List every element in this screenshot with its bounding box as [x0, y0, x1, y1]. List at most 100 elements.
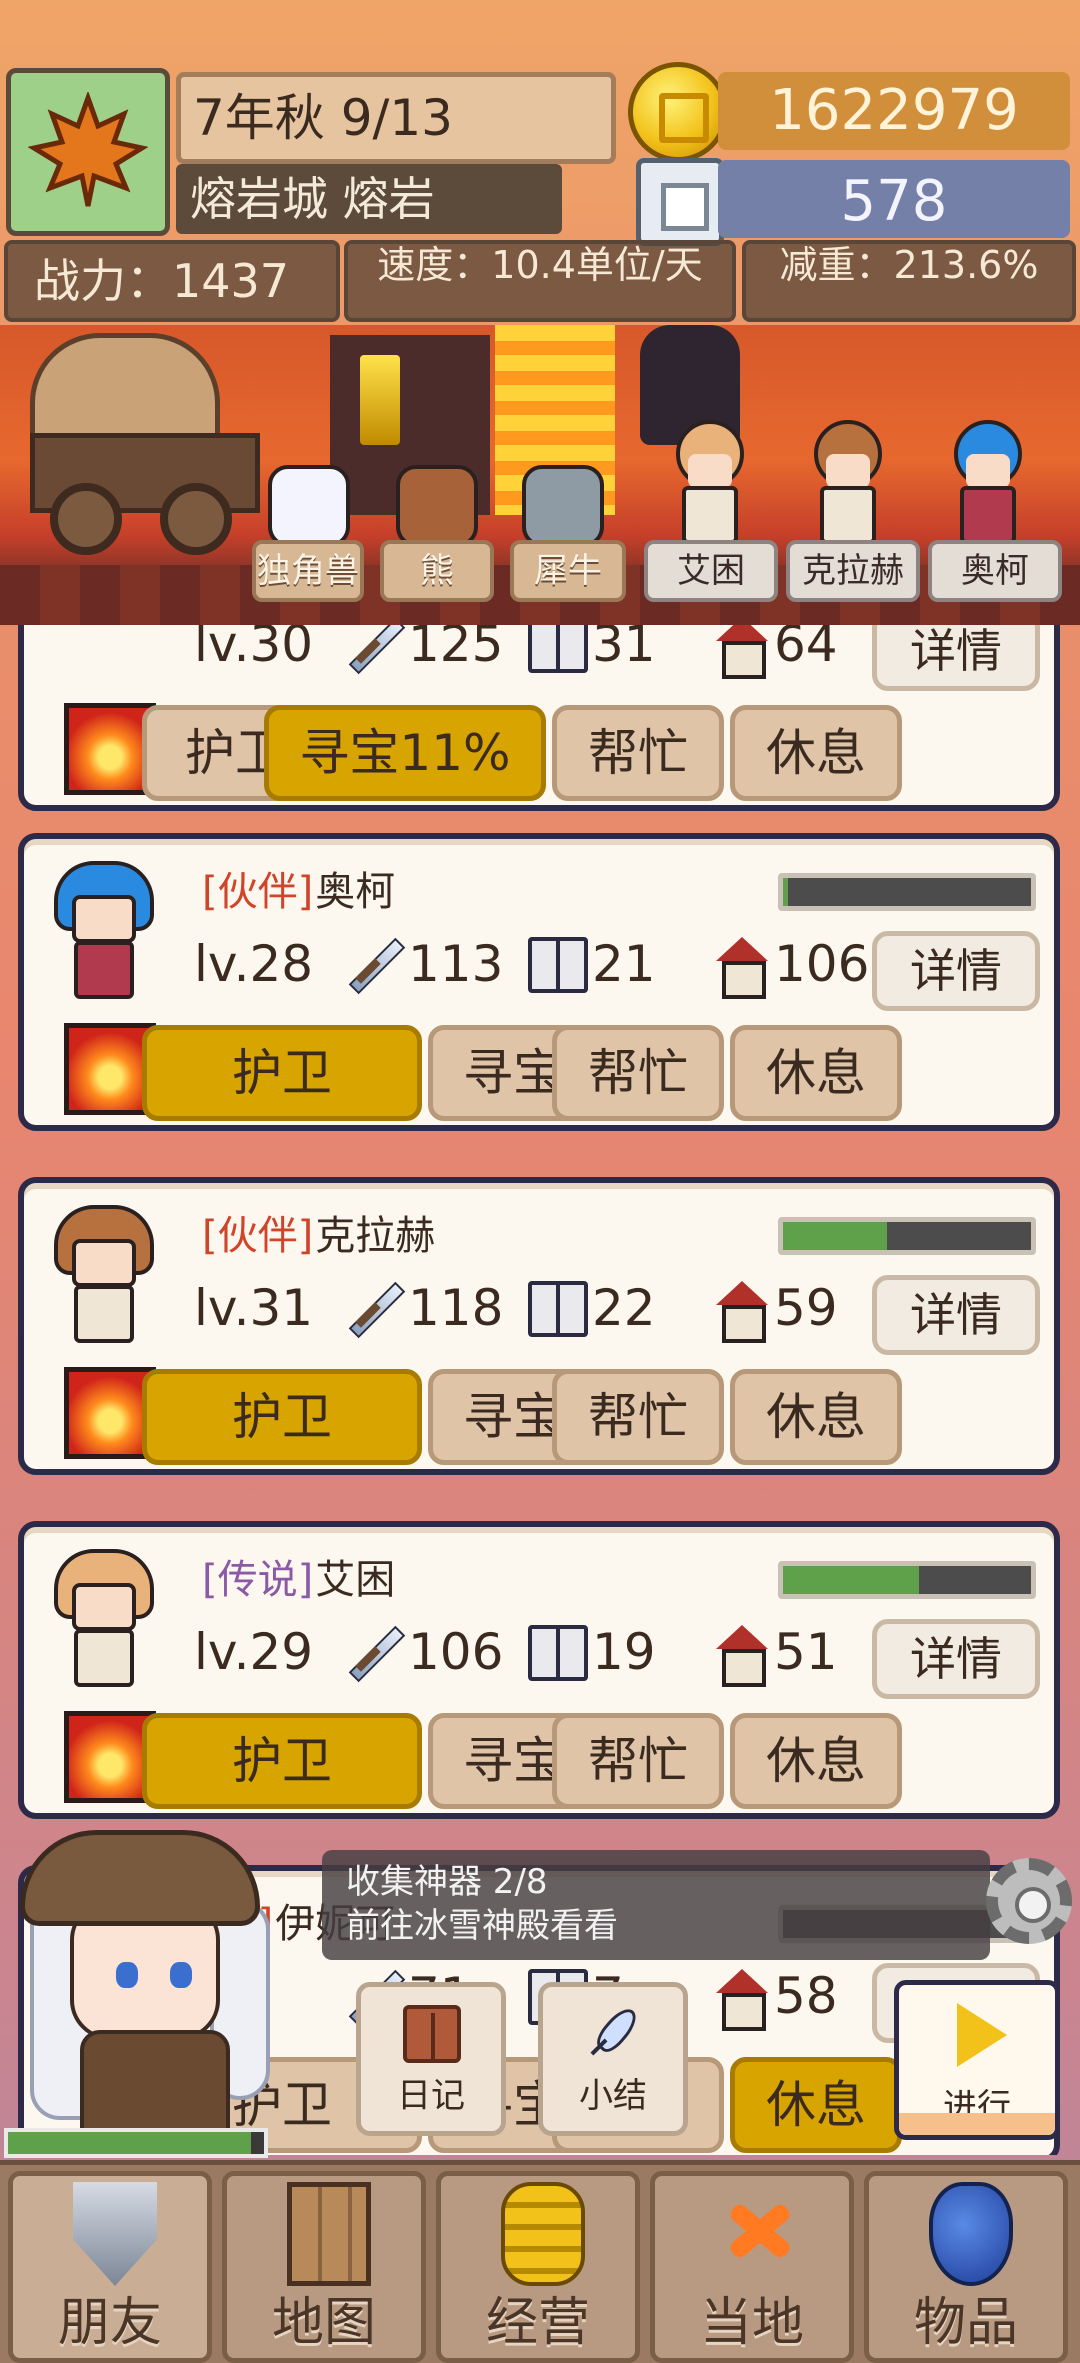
- member-name: 艾困: [315, 1557, 396, 1603]
- member-attack: 125: [408, 625, 504, 673]
- member-attack: 118: [408, 1279, 504, 1337]
- detail-button[interactable]: 详情: [872, 1275, 1040, 1355]
- assistant-portrait[interactable]: [20, 1830, 270, 2140]
- golden-statue-icon: [360, 355, 400, 445]
- diary-icon: [403, 2005, 461, 2063]
- quest-banner[interactable]: 收集神器 2/8 前往冰雪神殿看看: [322, 1850, 990, 1960]
- party-tags: 独角兽 熊 犀牛 艾困 克拉赫 奥柯: [0, 540, 1080, 606]
- item-bag-icon: [929, 2182, 1013, 2286]
- help-button[interactable]: 帮忙: [552, 1369, 724, 1465]
- member-tag-kelahe[interactable]: 克拉赫: [786, 540, 920, 602]
- rest-button[interactable]: 休息: [730, 2057, 902, 2153]
- member-tag-aoke[interactable]: 奥柯: [928, 540, 1062, 602]
- gem-amount: 578: [718, 160, 1070, 238]
- bear-sprite: [396, 465, 478, 547]
- assistant-exp-fill: [8, 2132, 252, 2154]
- house-icon: [710, 1281, 770, 1343]
- member-card: [伙伴]奥柯 lv.28 113 21 106 详情 护卫 寻宝 帮忙 休息: [18, 833, 1060, 1131]
- house-icon: [710, 1625, 770, 1687]
- assistant-exp-bar: [4, 2128, 268, 2158]
- quill-icon: [585, 2005, 643, 2063]
- season-icon[interactable]: [6, 68, 170, 236]
- bottom-nav: 朋友 地图 经营 当地 物品: [0, 2160, 1080, 2363]
- proceed-button[interactable]: 进行: [894, 1980, 1060, 2140]
- treasure-hunt-button[interactable]: 寻宝11%: [264, 705, 546, 801]
- nav-label: 地图: [271, 2293, 376, 2353]
- member-defense: 51: [774, 1623, 838, 1681]
- member-name: 克拉赫: [315, 1213, 436, 1259]
- member-category: [伙伴]: [202, 1213, 314, 1259]
- speed-stat: 速度：10.4单位/天: [344, 240, 736, 322]
- rest-button[interactable]: 休息: [730, 1025, 902, 1121]
- house-icon: [710, 1969, 770, 2031]
- aikun-sprite: [668, 420, 752, 548]
- maple-leaf-icon: [28, 92, 148, 207]
- gold-coin-icon: [628, 62, 728, 162]
- member-defense: 106: [774, 935, 870, 993]
- help-button[interactable]: 帮忙: [552, 705, 724, 801]
- gold-amount: 1622979: [718, 72, 1070, 150]
- member-defense: 58: [774, 1967, 838, 2025]
- aikun-avatar: [54, 1549, 154, 1689]
- nav-local[interactable]: 当地: [650, 2171, 854, 2363]
- member-level: lv.30: [194, 625, 314, 673]
- location-display: 熔岩城 熔岩: [176, 164, 562, 234]
- detail-button[interactable]: 详情: [872, 931, 1040, 1011]
- detail-button[interactable]: 详情: [872, 625, 1040, 691]
- member-card: lv.30 125 31 64 详情 护卫 寻宝11% 帮忙 休息: [18, 625, 1060, 811]
- house-icon: [710, 937, 770, 999]
- pet-tag-bear[interactable]: 熊: [380, 540, 494, 602]
- member-hp-fill: [783, 1222, 888, 1250]
- shield-icon: [73, 2182, 157, 2286]
- member-hp-fill: [783, 878, 788, 906]
- member-defense: 59: [774, 1279, 838, 1337]
- nav-label: 经营: [485, 2293, 590, 2353]
- house-icon: [710, 625, 770, 679]
- member-stats: lv.29 106 19 51: [194, 1617, 894, 1687]
- member-hp-bar: [778, 1561, 1036, 1599]
- member-magic: 21: [592, 935, 656, 993]
- guard-button[interactable]: 护卫: [142, 1713, 422, 1809]
- sword-icon: [344, 1281, 404, 1337]
- sword-icon: [344, 625, 404, 673]
- nav-business[interactable]: 经营: [436, 2171, 640, 2363]
- member-name-line: [伙伴]克拉赫: [202, 1211, 435, 1261]
- member-stats: lv.31 118 22 59: [194, 1273, 894, 1343]
- summary-button[interactable]: 小结: [538, 1982, 688, 2136]
- nav-friends[interactable]: 朋友: [8, 2171, 212, 2363]
- gear-icon[interactable]: [986, 1858, 1072, 1944]
- guard-button[interactable]: 护卫: [142, 1369, 422, 1465]
- member-magic: 31: [592, 625, 656, 673]
- member-category: [伙伴]: [202, 869, 314, 915]
- rest-button[interactable]: 休息: [730, 705, 902, 801]
- member-card: [伙伴]克拉赫 lv.31 118 22 59 详情 护卫 寻宝 帮忙 休息: [18, 1177, 1060, 1475]
- nav-label: 物品: [913, 2293, 1018, 2353]
- member-level: lv.31: [194, 1279, 314, 1337]
- diary-label: 日记: [397, 2076, 465, 2116]
- quest-title: 收集神器 2/8: [346, 1862, 548, 1902]
- rest-button[interactable]: 休息: [730, 1369, 902, 1465]
- map-icon: [287, 2182, 371, 2286]
- silver-gem-icon: [636, 158, 724, 246]
- sword-icon: [344, 1625, 404, 1681]
- sword-icon: [344, 937, 404, 993]
- member-name-line: [伙伴]奥柯: [202, 867, 395, 917]
- help-button[interactable]: 帮忙: [552, 1713, 724, 1809]
- quest-hint: 前往冰雪神殿看看: [346, 1906, 618, 1946]
- member-tag-aikun[interactable]: 艾困: [644, 540, 778, 602]
- rhino-sprite: [522, 465, 604, 547]
- nav-items[interactable]: 物品: [864, 2171, 1068, 2363]
- book-icon: [528, 1281, 588, 1337]
- kelahe-sprite: [806, 420, 890, 548]
- pet-tag-rhino[interactable]: 犀牛: [510, 540, 626, 602]
- help-button[interactable]: 帮忙: [552, 1025, 724, 1121]
- member-magic: 19: [592, 1623, 656, 1681]
- detail-button[interactable]: 详情: [872, 1619, 1040, 1699]
- aoke-sprite: [946, 420, 1030, 548]
- rest-button[interactable]: 休息: [730, 1713, 902, 1809]
- guard-button[interactable]: 护卫: [142, 1025, 422, 1121]
- nav-map[interactable]: 地图: [222, 2171, 426, 2363]
- diary-button[interactable]: 日记: [356, 1982, 506, 2136]
- pet-tag-unicorn[interactable]: 独角兽: [252, 540, 364, 602]
- member-name-line: [传说]艾困: [202, 1555, 395, 1605]
